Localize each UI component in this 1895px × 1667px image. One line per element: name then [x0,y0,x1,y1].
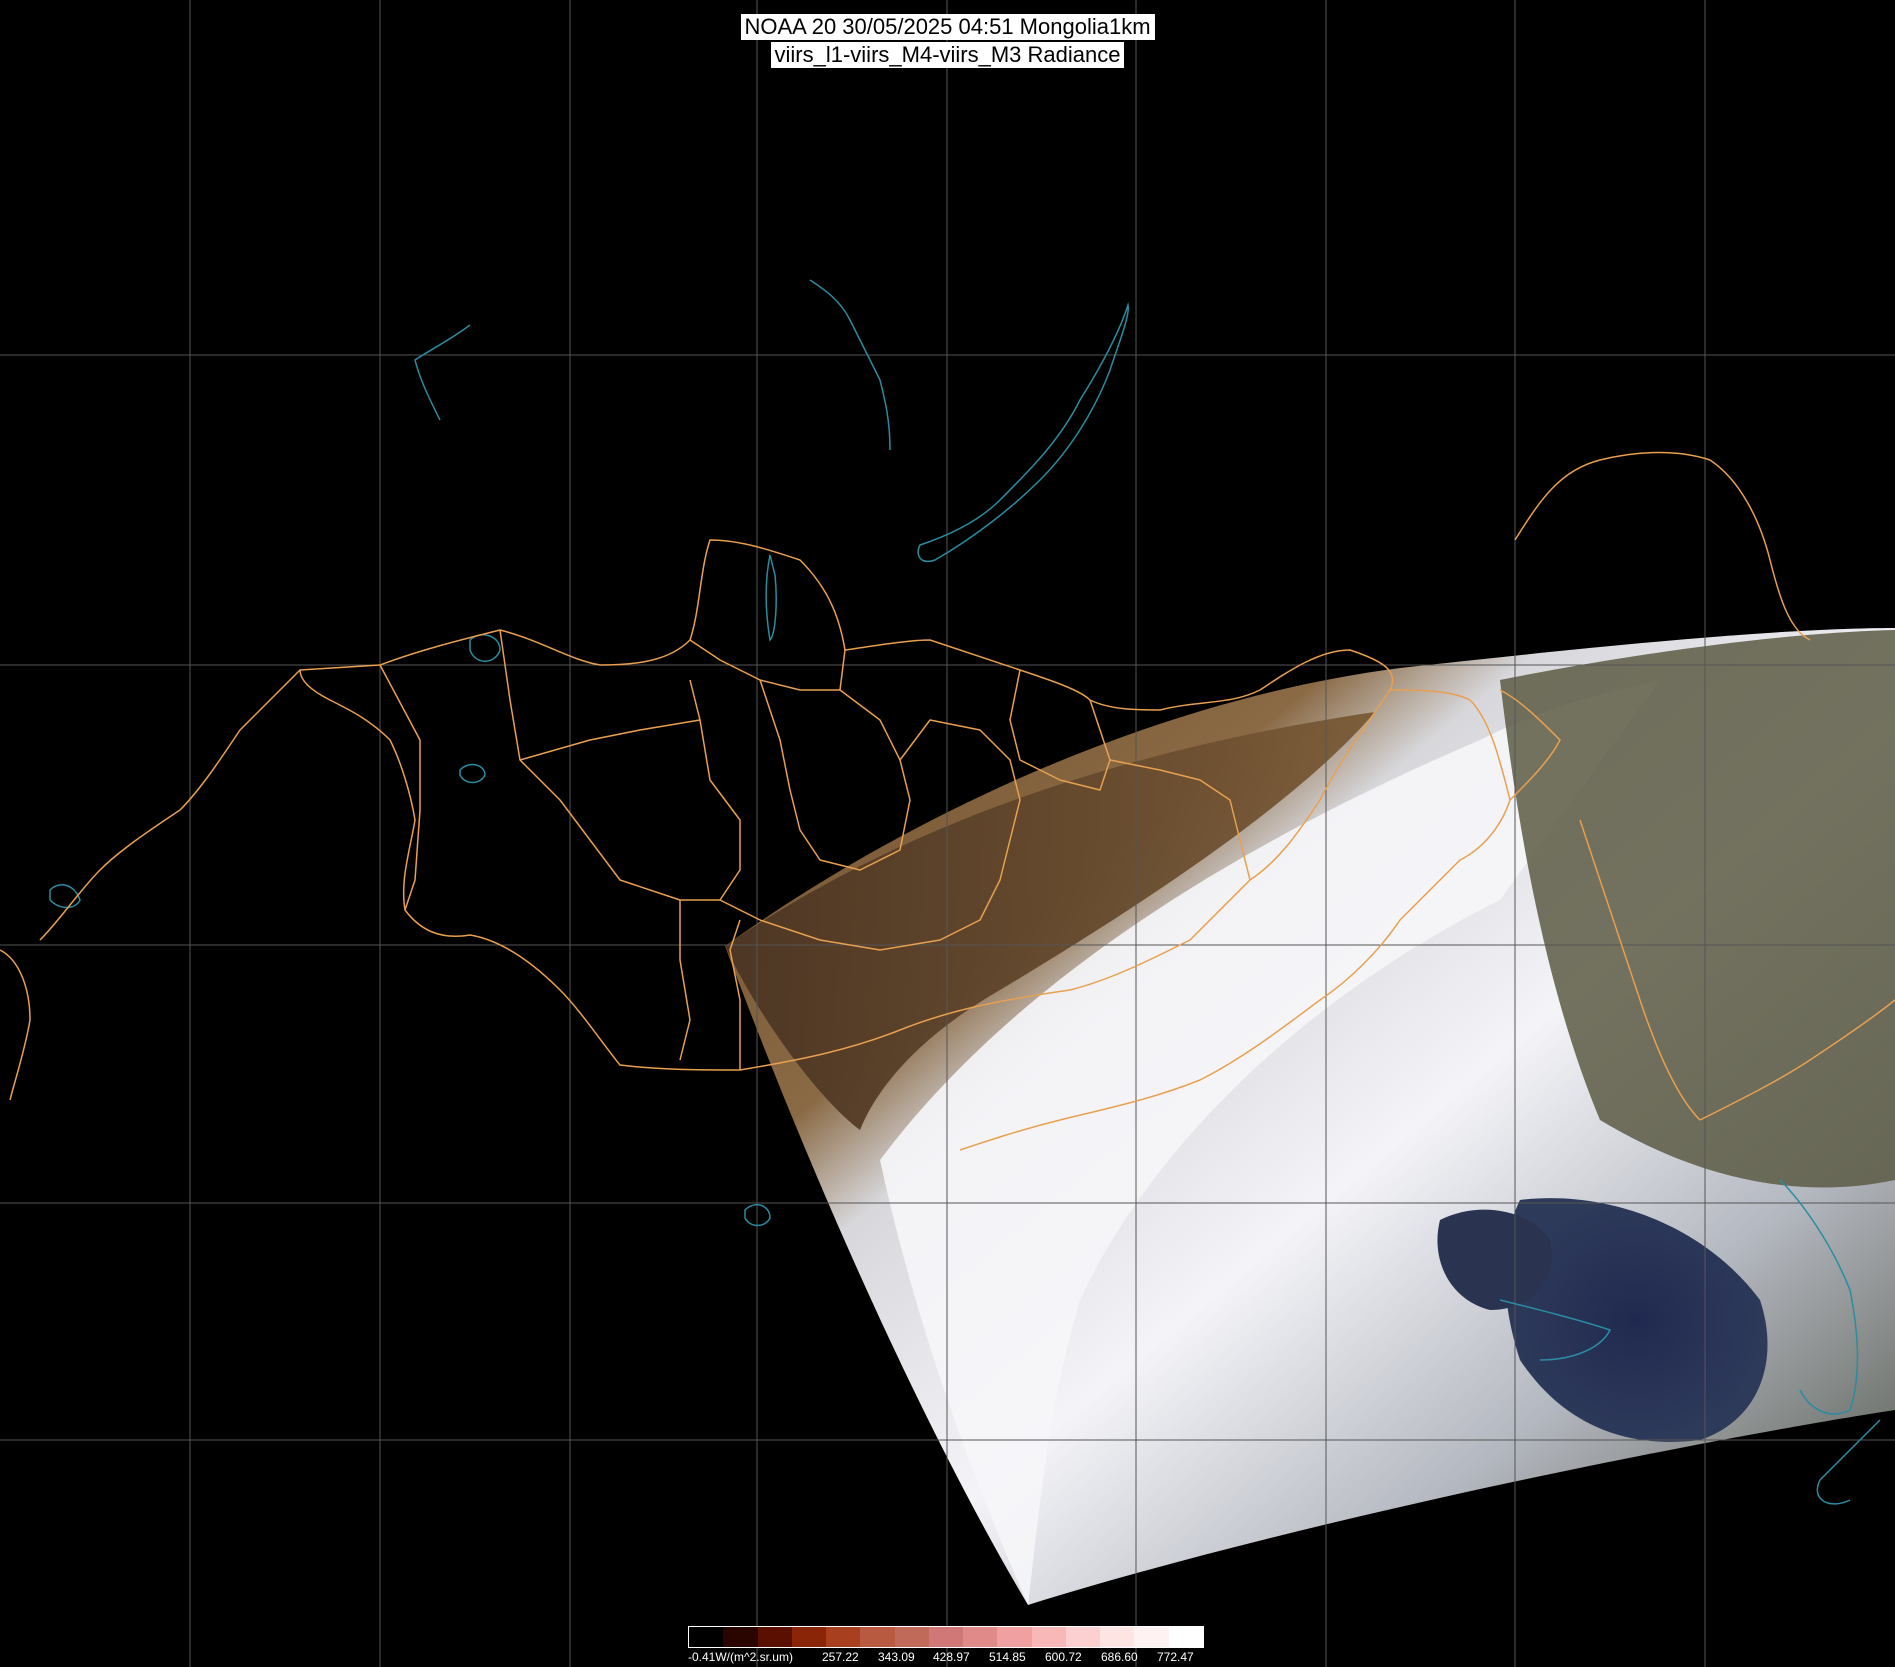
colorbar-swatch [1168,1627,1203,1647]
colorbar-label: 600.72 [1045,1650,1082,1664]
satellite-swath [725,628,1895,1605]
province-2 [499,629,741,901]
river-angara [809,279,891,451]
river-west [414,324,471,421]
province-1 [379,664,421,911]
kazakh-border [0,949,31,1101]
colorbar-swatch [1100,1627,1135,1647]
colorbar-label: 772.47 [1157,1650,1194,1664]
colorbar-label: -0.41W/(m^2.sr.um) [688,1650,793,1664]
colorbar-swatch [723,1627,758,1647]
colorbar-gradient [688,1626,1204,1648]
colorbar-swatch [1031,1627,1066,1647]
colorbar-label: 343.09 [878,1650,915,1664]
coast-japan [1816,1419,1881,1505]
colorbar-labels: -0.41W/(m^2.sr.um) 257.22 343.09 428.97 … [688,1648,1204,1664]
title-line-1: NOAA 20 30/05/2025 04:51 Mongolia1km [740,14,1155,40]
lake-khovsgol [765,554,777,642]
colorbar-label: 257.22 [822,1650,859,1664]
colorbar-label: 686.60 [1101,1650,1138,1664]
lake-uvs [469,634,501,662]
province-5 [759,679,911,871]
title-line-2: viirs_l1-viirs_M4-viirs_M3 Radiance [770,42,1125,68]
colorbar-legend: -0.41W/(m^2.sr.um) 257.22 343.09 428.97 … [688,1626,1204,1664]
colorbar-swatch [1065,1627,1101,1647]
colorbar-swatch [689,1627,724,1647]
colorbar-swatch [826,1627,861,1647]
lake-baikal [917,302,1129,562]
satellite-map [0,0,1895,1667]
lake-khyargas [459,763,486,784]
colorbar-swatch [894,1627,929,1647]
colorbar-swatch [963,1627,998,1647]
colorbar-swatch [860,1627,895,1647]
colorbar-swatch [757,1627,792,1647]
province-9 [679,900,691,1061]
china-north-border [1514,451,1811,641]
colorbar-swatch [928,1627,964,1647]
colorbar-swatch [1134,1627,1169,1647]
west-border [39,669,301,941]
lake-west [49,884,81,909]
colorbar-label: 428.97 [933,1650,970,1664]
colorbar-label: 514.85 [989,1650,1026,1664]
colorbar-swatch [791,1627,827,1647]
colorbar-swatch [997,1627,1032,1647]
province-3 [519,719,701,761]
